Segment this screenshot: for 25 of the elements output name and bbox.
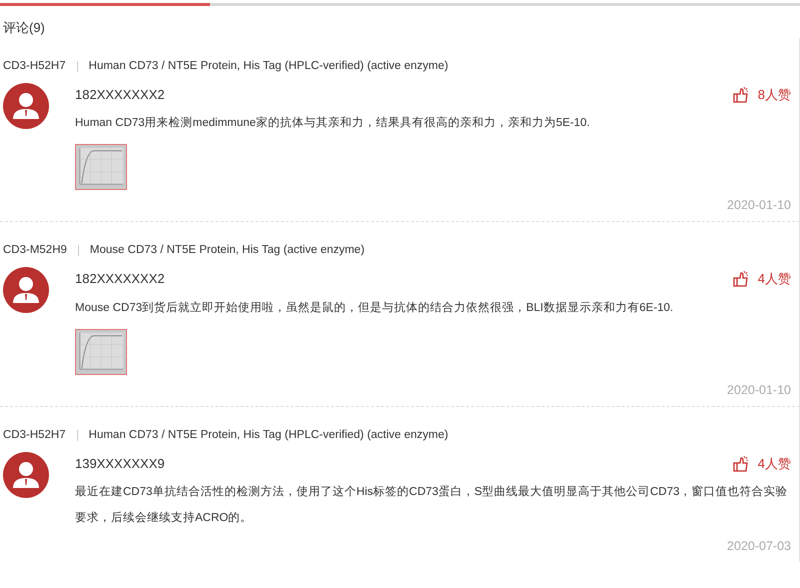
like-count[interactable]: 4人赞 — [758, 454, 791, 474]
comment-text: Mouse CD73到货后就立即开始使用啦，虽然是鼠的，但是与抗体的结合力依然很强，BLI数据显示亲和力有6E-10. — [75, 300, 674, 316]
user-name: 139XXXXXXX9 — [75, 454, 165, 473]
user-name: 182XXXXXXX2 — [75, 270, 165, 288]
thumbs-up-icon[interactable] — [732, 86, 750, 104]
comment-date: 2020-01-10 — [727, 382, 791, 397]
user-name: 182XXXXXXX2 — [75, 86, 165, 104]
like-count[interactable]: 4人赞 — [758, 269, 791, 289]
product-name[interactable]: Mouse CD73 / NT5E Protein, His Tag (active enzyme) — [90, 242, 365, 260]
thumbs-up-icon[interactable] — [732, 270, 750, 288]
product-name[interactable]: Human CD73 / NT5E Protein, His Tag (HPLC-verified) (active enzyme) — [88, 58, 448, 75]
comment-text: 最近在建CD73单抗结合活性的检测方法，使用了这个His标签的CD73蛋白，S型曲线最大值明显高于其他公司CD73，窗口值也符合实验要求，后续会继续支持ACRO的。 — [75, 484, 788, 526]
product-name[interactable]: Human CD73 / NT5E Protein, His Tag (HPLC-verified) (active enzyme) — [88, 426, 448, 444]
product-code: CD3-H52H7 — [3, 58, 66, 74]
comment-date: 2020-07-03 — [727, 539, 791, 554]
comment-text: Human CD73用来检测medimmune家的抗体与其亲和力，结果具有很高的亲和力，亲和力为5E-10. — [75, 115, 591, 132]
avatar-icon — [3, 452, 49, 498]
comment-date: 2020-01-10 — [727, 198, 791, 212]
product-code: CD3-H52H7 — [3, 428, 66, 442]
product-code: CD3-M52H9 — [3, 243, 67, 258]
avatar-icon — [3, 267, 49, 314]
thumbs-up-icon[interactable] — [732, 454, 750, 472]
section-heading: 评论(9) — [3, 19, 46, 37]
like-count[interactable]: 8人赞 — [758, 84, 791, 104]
avatar-icon — [3, 82, 49, 129]
